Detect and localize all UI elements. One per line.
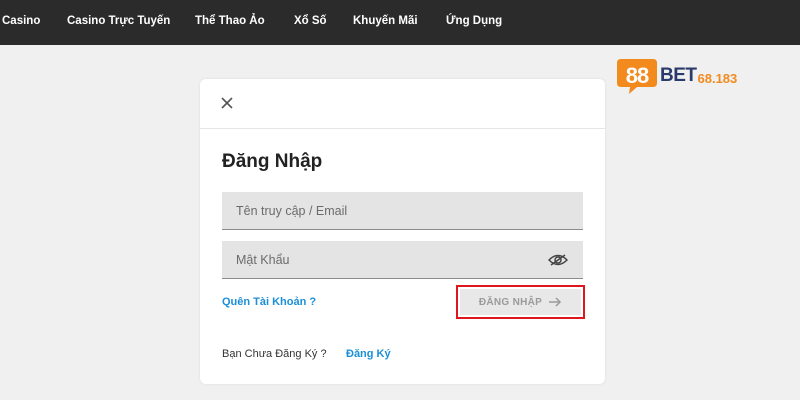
close-icon[interactable] — [220, 96, 234, 110]
nav-item-virtual-sports[interactable]: Thể Thao Ảo — [195, 15, 265, 27]
register-link[interactable]: Đăng Ký — [346, 348, 391, 360]
nav-item-casino[interactable]: Casino — [2, 15, 40, 27]
top-navigation-bar: Casino Casino Trực Tuyến Thể Thao Ảo Xổ … — [0, 0, 800, 45]
logo-domain-text: 68.183 — [697, 71, 738, 86]
brand-logo: 88 BET 68.183 — [615, 56, 795, 96]
modal-header — [200, 79, 605, 129]
login-button-label: ĐĂNG NHẬP — [478, 296, 543, 308]
login-title: Đăng Nhập — [222, 151, 323, 172]
forgot-account-link[interactable]: Quên Tài Khoản ? — [222, 296, 316, 308]
nav-item-promotions[interactable]: Khuyến Mãi — [353, 15, 418, 27]
logo-badge: 88 — [615, 57, 659, 95]
login-modal: Đăng Nhập Quên Tài Khoản ? ĐĂNG NHẬP Bạn… — [200, 79, 605, 384]
show-password-eye-icon[interactable] — [548, 253, 568, 267]
logo-brand-text: BET — [660, 65, 697, 86]
nav-item-casino-online[interactable]: Casino Trực Tuyến — [67, 15, 170, 27]
nav-item-lottery[interactable]: Xổ Số — [294, 15, 327, 27]
login-button[interactable]: ĐĂNG NHẬP — [460, 289, 581, 315]
password-input[interactable] — [222, 241, 583, 279]
register-prompt: Bạn Chưa Đăng Ký ? — [222, 348, 327, 360]
logo-badge-text: 88 — [625, 63, 649, 88]
arrow-right-icon — [549, 297, 562, 307]
nav-item-app[interactable]: Ứng Dụng — [446, 15, 502, 27]
username-input[interactable] — [222, 192, 583, 230]
